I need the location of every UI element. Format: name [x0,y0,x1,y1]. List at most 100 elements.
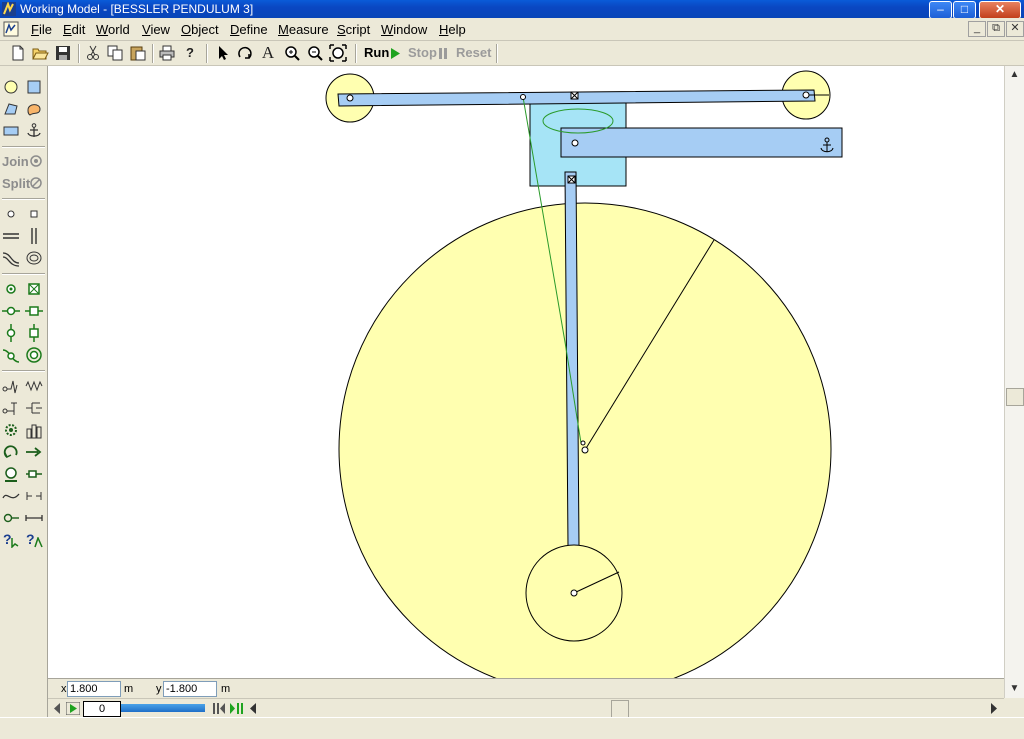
curved-body-icon[interactable] [25,100,43,118]
gear-icon[interactable] [2,421,20,439]
join-button[interactable]: Join [2,152,46,170]
curved-slot-joint-icon[interactable] [2,346,20,364]
rigid-joint-rod[interactable] [567,175,576,184]
menu-help[interactable]: Help [439,22,466,37]
pin-joint-left[interactable] [346,94,354,102]
mdi-close-button[interactable]: ✕ [1006,21,1024,37]
damper-icon[interactable] [25,399,43,417]
meter-icon[interactable] [2,509,20,527]
tape-play-icon[interactable] [66,702,80,715]
zoom-in-icon[interactable] [283,44,301,62]
tape-back-icon[interactable] [52,703,62,714]
curve-icon[interactable] [2,487,20,505]
anchored-arm[interactable] [560,127,843,158]
square-tool-icon[interactable] [25,78,43,96]
circle-tool-icon[interactable] [2,78,20,96]
scroll-right-arrow-icon[interactable] [990,703,998,714]
help-tool-b[interactable]: ? [25,531,43,549]
zoom-fit-icon[interactable] [329,44,347,62]
slot-horizontal-icon[interactable] [2,227,20,245]
simulation-canvas[interactable] [48,66,1004,678]
motor-icon[interactable] [2,465,20,483]
help-icon[interactable]: ? [181,44,199,62]
paste-icon[interactable] [129,44,147,62]
reset-button[interactable]: Reset [456,45,491,60]
menu-edit[interactable]: Edit [63,22,85,37]
menu-measure[interactable]: Measure [278,22,329,37]
rotate-tool-icon[interactable] [236,44,254,62]
mdi-minimize-button[interactable]: _ [968,21,986,37]
curved-slot-icon[interactable] [2,249,20,267]
vertical-scroll-thumb[interactable] [1006,388,1024,406]
pointer-tool-icon[interactable] [214,44,232,62]
rigid-joint-icon[interactable] [25,280,43,298]
slot-vertical-icon[interactable] [25,227,43,245]
menu-view[interactable]: View [142,22,170,37]
palette-separator [2,198,45,200]
rope-attach-point[interactable] [520,94,526,100]
stop-button[interactable]: Stop [406,43,448,63]
torque-icon[interactable] [2,443,20,461]
pin-joint-icon[interactable] [2,280,20,298]
rectangle-tool-icon[interactable] [2,122,20,140]
curved-rigid-joint-icon[interactable] [25,346,43,364]
rod-icon[interactable] [2,377,20,395]
keyed-slot-joint-icon[interactable] [2,324,20,342]
cut-icon[interactable] [84,44,102,62]
menu-world[interactable]: World [96,22,130,37]
scroll-left-arrow-icon[interactable] [249,703,257,714]
rigid-joint-top[interactable] [570,91,579,100]
pendulum-rod[interactable] [564,171,580,547]
menu-file[interactable]: File [31,22,52,37]
print-icon[interactable] [158,44,176,62]
scroll-down-arrow-icon[interactable]: ▼ [1006,680,1023,697]
x-coord-field[interactable]: 1.800 [67,681,121,697]
split-button[interactable]: Split [2,174,46,192]
horizontal-scroll-thumb[interactable] [611,700,629,718]
mdi-restore-button[interactable]: ⧉ [987,21,1005,37]
anchor-tool-icon[interactable] [25,122,43,140]
rope-end-point[interactable] [580,440,586,446]
tape-forward-icon[interactable] [229,702,243,715]
open-folder-icon[interactable] [31,44,49,62]
slider-rigid-joint-icon[interactable] [25,302,43,320]
document-icon[interactable] [3,21,19,37]
menu-define[interactable]: Define [230,22,268,37]
minimize-button[interactable]: – [929,1,952,19]
polygon-tool-icon[interactable] [2,100,20,118]
pulley-icon[interactable] [25,421,43,439]
slider-pin-joint-icon[interactable] [2,302,20,320]
maximize-button[interactable]: □ [953,1,976,19]
tape-rewind-icon[interactable] [212,702,226,715]
force-icon[interactable] [25,443,43,461]
new-file-icon[interactable] [9,44,27,62]
separator-tool-icon[interactable] [25,487,43,505]
ruler-icon[interactable] [25,509,43,527]
y-coord-field[interactable]: -1.800 [163,681,217,697]
rope-icon[interactable] [2,399,20,417]
help-tool-a[interactable]: ? [2,531,20,549]
text-tool-icon[interactable]: A [259,44,277,62]
zoom-out-icon[interactable] [306,44,324,62]
run-button[interactable]: Run [363,43,401,63]
pin-joint-arm[interactable] [571,139,579,147]
menu-window[interactable]: Window [381,22,427,37]
menu-object[interactable]: Object [181,22,219,37]
vertical-scrollbar[interactable]: ▲ ▼ [1004,66,1024,698]
square-point-icon[interactable] [25,205,43,223]
closed-slot-icon[interactable] [25,249,43,267]
actuator-icon[interactable] [25,465,43,483]
save-icon[interactable] [54,44,72,62]
pin-joint-right[interactable] [802,91,810,99]
bob-center-pin[interactable] [570,589,578,597]
scroll-up-arrow-icon[interactable]: ▲ [1006,66,1023,83]
menu-script[interactable]: Script [337,22,370,37]
spring-icon[interactable] [25,377,43,395]
toolbar: ? A Run Stop Reset [0,41,1024,66]
copy-icon[interactable] [106,44,124,62]
point-icon[interactable] [2,205,20,223]
wheel-center-pin[interactable] [581,446,589,454]
close-button[interactable]: ✕ [979,1,1021,19]
tape-frame-counter[interactable]: 0 [83,701,121,717]
keyed-rigid-joint-icon[interactable] [25,324,43,342]
